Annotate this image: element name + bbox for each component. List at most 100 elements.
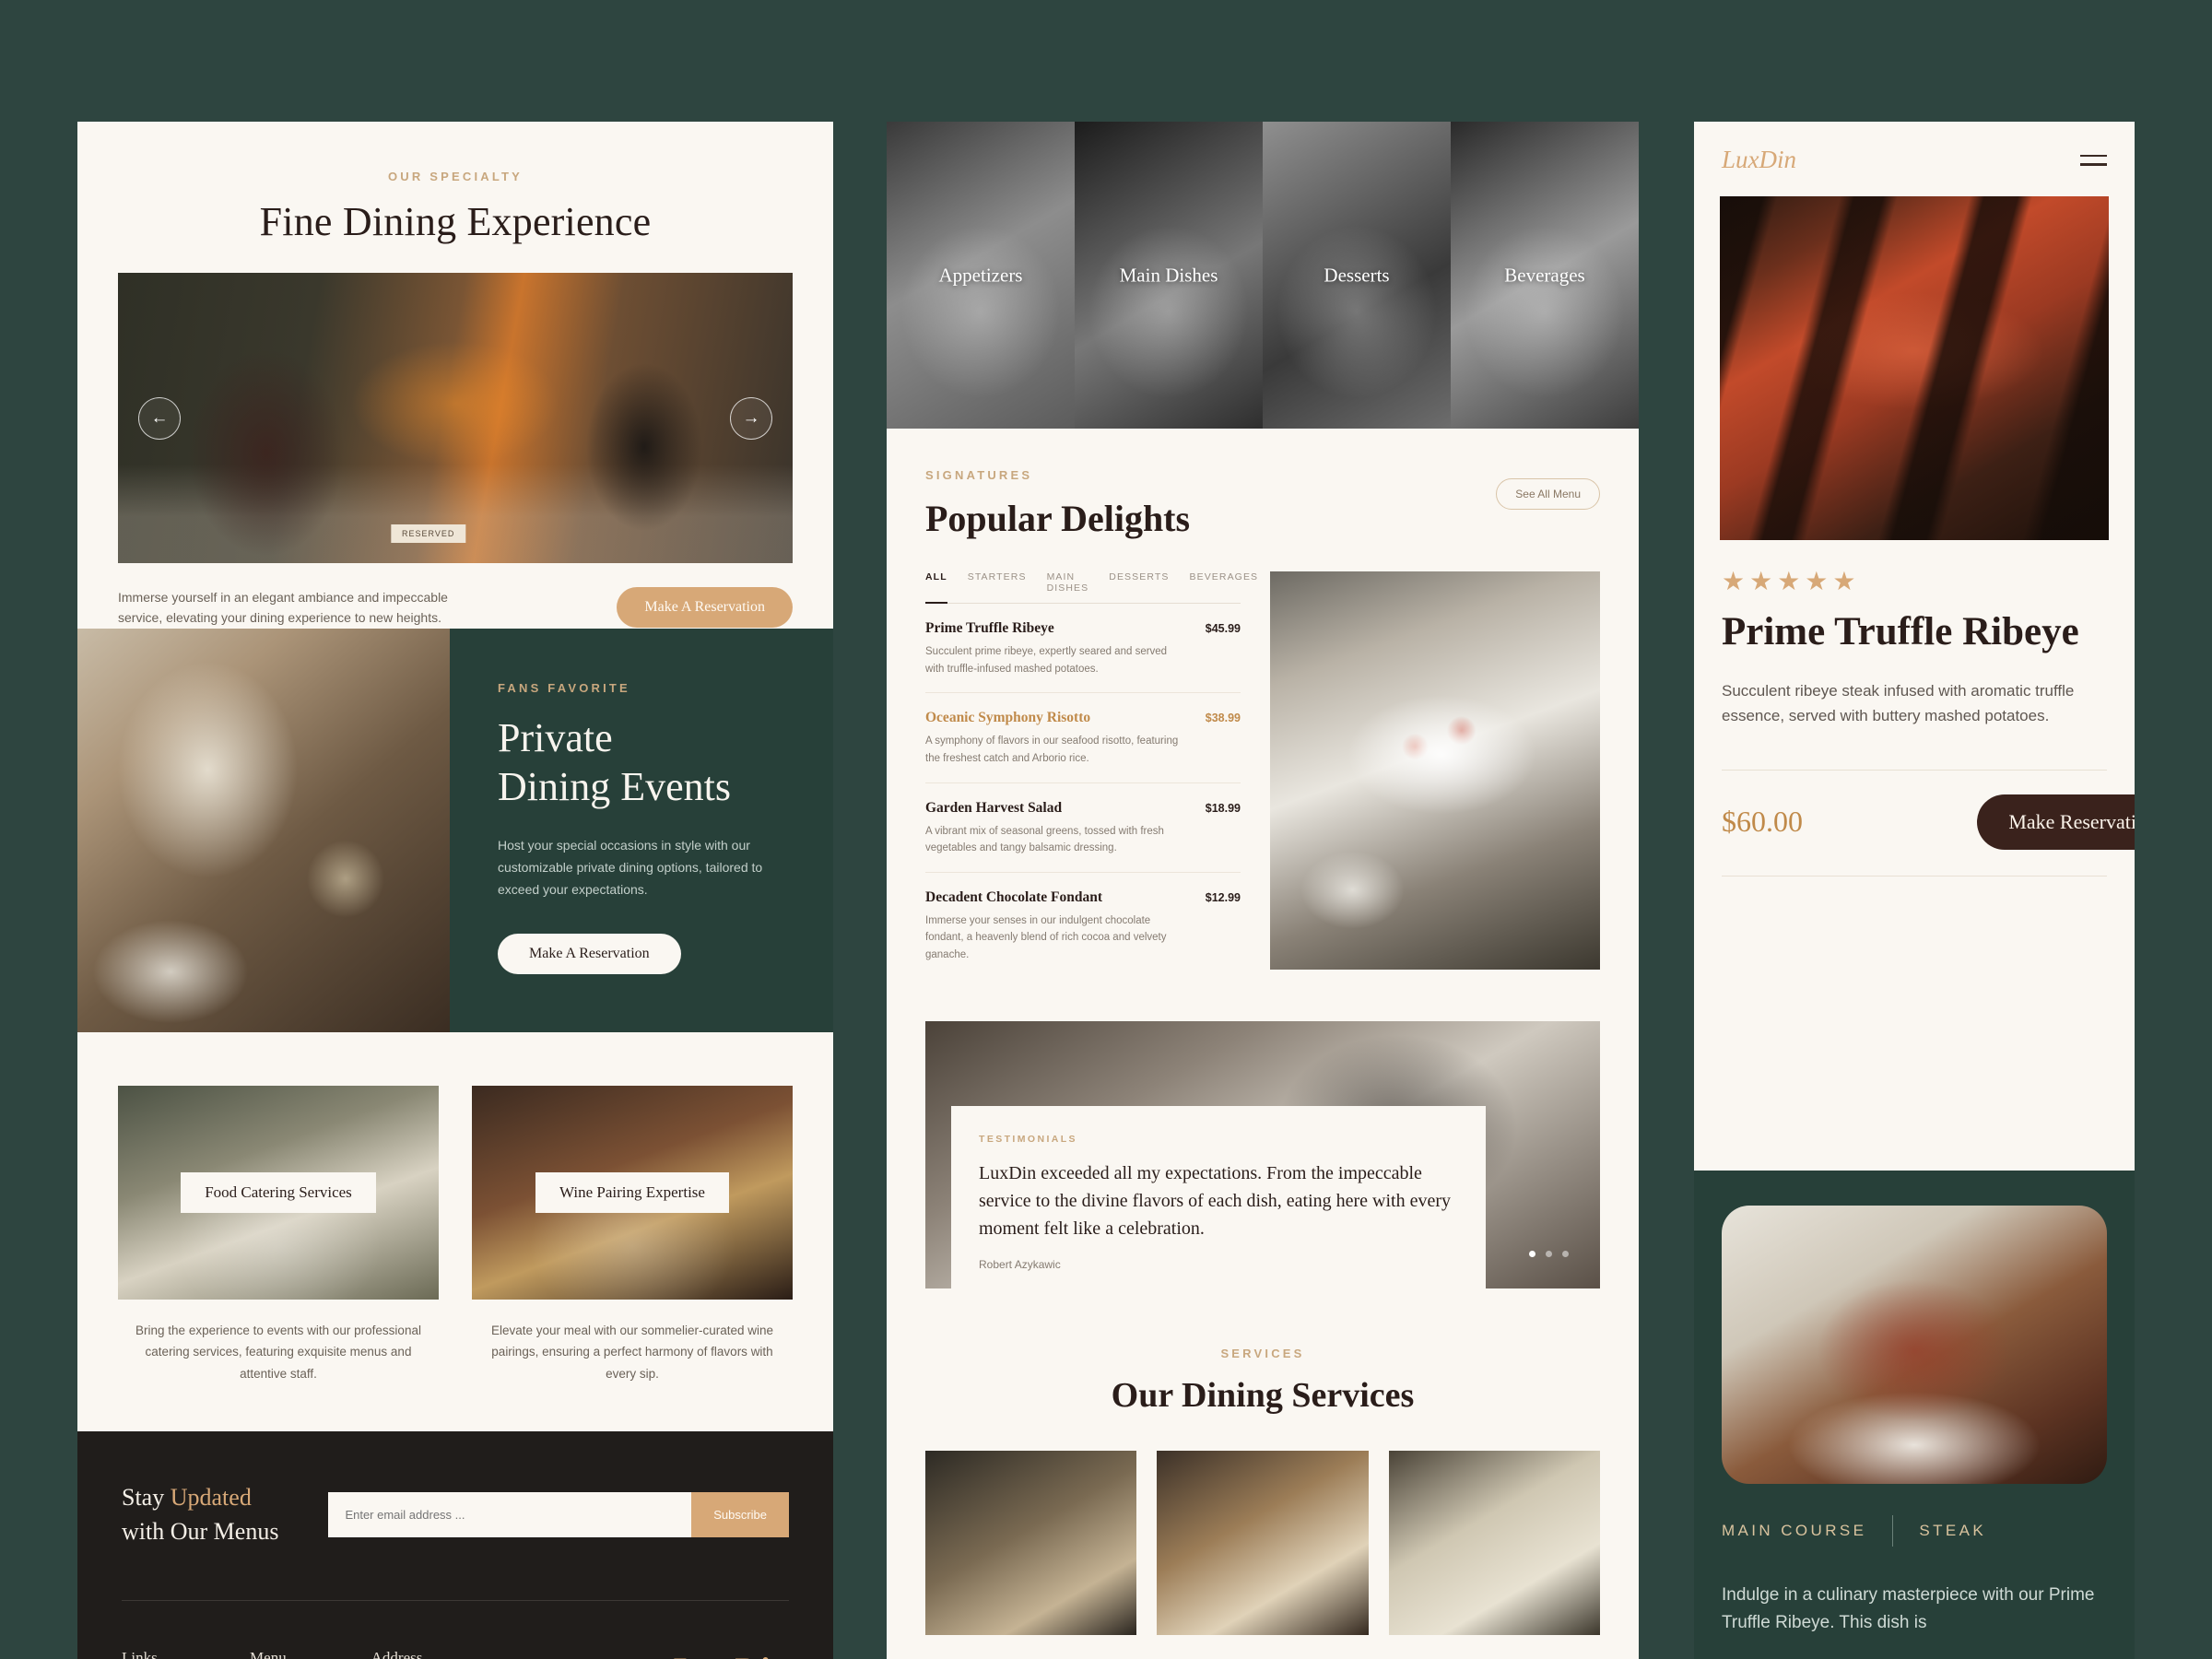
signatures-header: SIGNATURES Popular Delights See All Menu xyxy=(925,467,1600,540)
category-tile-main-dishes[interactable]: Main Dishes xyxy=(1075,122,1263,429)
carousel-next-button[interactable]: → xyxy=(730,396,772,440)
mobile-purchase-row: $60.00 Make Reservation xyxy=(1694,771,2135,850)
mobile-header: LuxDin xyxy=(1694,122,2135,174)
carousel-dot[interactable] xyxy=(1546,1250,1552,1257)
menu-item-name: Decadent Chocolate Fondant xyxy=(925,888,1103,905)
private-dining-title-line1: Private xyxy=(498,714,613,760)
service-image-buffet[interactable] xyxy=(1388,1450,1600,1635)
tab-starters[interactable]: STARTERS xyxy=(968,571,1027,594)
newsletter-title-highlight: Updated xyxy=(170,1483,252,1511)
page-title: Fine Dining Experience xyxy=(259,199,652,244)
site-footer: Stay Updated with Our Menus Subscribe Li… xyxy=(77,1430,833,1659)
private-dining-title-line2: Dining Events xyxy=(498,764,731,810)
menu-row[interactable]: Decadent Chocolate Fondant $12.99 Immers… xyxy=(925,873,1241,979)
testimonial-eyebrow: TESTIMONIALS xyxy=(979,1133,1077,1145)
meta-course: MAIN COURSE xyxy=(1722,1522,1867,1539)
service-image-guest[interactable] xyxy=(1157,1450,1369,1635)
menu-item-description: Succulent prime ribeye, expertly seared … xyxy=(925,646,1168,675)
mobile-reservation-button[interactable]: Make Reservation xyxy=(1977,794,2135,850)
category-label: Beverages xyxy=(1504,264,1585,286)
menu-row[interactable]: Oceanic Symphony Risotto $38.99 A sympho… xyxy=(925,693,1241,783)
wine-chip-label: Wine Pairing Expertise xyxy=(535,1171,729,1213)
category-label: Main Dishes xyxy=(1119,264,1218,286)
see-all-menu-button[interactable]: See All Menu xyxy=(1496,478,1600,510)
private-dining-reservation-button[interactable]: Make A Reservation xyxy=(498,934,681,975)
service-card-wine[interactable]: Wine Pairing Expertise Elevate your meal… xyxy=(472,1085,793,1385)
testimonial-section: TESTIMONIALS LuxDin exceeded all my expe… xyxy=(925,1020,1600,1288)
menu-row-top: Garden Harvest Salad $18.99 xyxy=(925,800,1241,817)
subscribe-button[interactable]: Subscribe xyxy=(691,1492,789,1538)
newsletter-title-b: with Our Menus xyxy=(122,1517,279,1545)
desktop-home-column: OUR SPECIALTY Fine Dining Experience ← →… xyxy=(77,122,833,1659)
wine-description: Elevate your meal with our sommelier-cur… xyxy=(490,1323,774,1382)
rating-stars: ★★★★★ xyxy=(1722,567,1861,595)
footer-columns: Links Menu Address LuxDin xyxy=(122,1649,789,1659)
mobile-steak-image xyxy=(1722,1206,2107,1484)
carousel-dot[interactable] xyxy=(1562,1250,1569,1257)
menu-item-price: $38.99 xyxy=(1205,712,1241,725)
testimonial-quote: LuxDin exceeded all my expectations. Fro… xyxy=(979,1162,1452,1240)
testimonial-card: TESTIMONIALS LuxDin exceeded all my expe… xyxy=(951,1105,1486,1288)
signatures-heading-group: SIGNATURES Popular Delights xyxy=(925,467,1190,540)
carousel-prev-button[interactable]: ← xyxy=(138,396,181,440)
hero-reservation-button[interactable]: Make A Reservation xyxy=(617,587,793,629)
carousel-dot[interactable] xyxy=(1529,1250,1535,1257)
menu-row[interactable]: Garden Harvest Salad $18.99 A vibrant mi… xyxy=(925,783,1241,873)
mobile-logo[interactable]: LuxDin xyxy=(1722,146,1796,174)
testimonial-author: Robert Azykawic xyxy=(979,1257,1061,1271)
email-input[interactable] xyxy=(328,1492,692,1538)
newsletter-title: Stay Updated with Our Menus xyxy=(122,1481,278,1549)
menu-and-image: ALL STARTERS MAIN DISHES DESSERTS BEVERA… xyxy=(925,571,1600,979)
newsletter-title-a: Stay xyxy=(122,1483,171,1511)
category-tile-beverages[interactable]: Beverages xyxy=(1451,122,1639,429)
footer-col-menu[interactable]: Menu xyxy=(250,1649,371,1659)
menu-item-name: Prime Truffle Ribeye xyxy=(925,620,1054,636)
menu-row[interactable]: Prime Truffle Ribeye $45.99 Succulent pr… xyxy=(925,604,1241,694)
tab-main-dishes[interactable]: MAIN DISHES xyxy=(1047,571,1089,594)
service-image-carving[interactable] xyxy=(925,1450,1137,1635)
signatures-section: SIGNATURES Popular Delights See All Menu… xyxy=(887,429,1639,979)
footer-col-address[interactable]: Address xyxy=(371,1649,670,1659)
mobile-price: $60.00 xyxy=(1722,805,1803,839)
hamburger-icon[interactable] xyxy=(2080,154,2107,166)
mobile-product-description: Succulent ribeye steak infused with arom… xyxy=(1722,681,2075,725)
mobile-divider-bottom xyxy=(1722,875,2107,877)
category-strip: Appetizers Main Dishes Desserts Beverage… xyxy=(887,122,1639,429)
hero-footer: Immerse yourself in an elegant ambiance … xyxy=(118,587,793,629)
arrow-right-icon: → xyxy=(742,407,760,428)
mobile-detail-panel: MAIN COURSE STEAK Indulge in a culinary … xyxy=(1694,1171,2135,1659)
private-dining-eyebrow: FANS FAVORITE xyxy=(498,680,630,695)
featured-dish-image xyxy=(1270,571,1600,970)
catering-description: Bring the experience to events with our … xyxy=(135,1323,421,1382)
category-tile-desserts[interactable]: Desserts xyxy=(1263,122,1451,429)
mobile-long-description: Indulge in a culinary masterpiece with o… xyxy=(1722,1585,2095,1633)
category-tile-appetizers[interactable]: Appetizers xyxy=(887,122,1075,429)
menu-item-price: $18.99 xyxy=(1205,801,1241,815)
private-dining-description: Host your special occasions in style wit… xyxy=(498,838,763,898)
meta-type: STEAK xyxy=(1919,1522,1987,1539)
menu-item-description: Immerse your senses in our indulgent cho… xyxy=(925,914,1167,960)
hamburger-bar xyxy=(2080,154,2107,157)
testimonial-dots xyxy=(1529,1250,1569,1257)
footer-col-links[interactable]: Links xyxy=(122,1649,250,1659)
menu-page-column: Appetizers Main Dishes Desserts Beverage… xyxy=(887,122,1639,1659)
hamburger-bar xyxy=(2080,163,2107,166)
private-dining-image xyxy=(77,628,450,1032)
newsletter-block: Stay Updated with Our Menus Subscribe xyxy=(122,1481,789,1549)
hero-carousel-image: ← → RESERVED xyxy=(118,273,793,563)
mobile-product-image xyxy=(1720,196,2109,540)
service-card-catering[interactable]: Food Catering Services Bring the experie… xyxy=(118,1085,439,1385)
hero-description: Immerse yourself in an elegant ambiance … xyxy=(118,590,448,626)
dining-services-gallery xyxy=(887,1416,1639,1635)
private-dining-content: FANS FAVORITE Private Dining Events Host… xyxy=(450,628,833,1032)
private-dining-title: Private Dining Events xyxy=(498,713,785,812)
tab-beverages[interactable]: BEVERAGES xyxy=(1189,571,1258,594)
arrow-left-icon: ← xyxy=(150,407,169,428)
dining-services-header: SERVICES Our Dining Services xyxy=(887,1346,1639,1416)
hero-header: OUR SPECIALTY Fine Dining Experience xyxy=(77,122,833,245)
mobile-detail-column: LuxDin ★★★★★ Prime Truffle Ribeye Succul… xyxy=(1694,122,2135,1659)
tab-desserts[interactable]: DESSERTS xyxy=(1109,571,1169,594)
services-title: Our Dining Services xyxy=(1111,1375,1415,1415)
menu-item-name: Oceanic Symphony Risotto xyxy=(925,710,1091,726)
tab-all[interactable]: ALL xyxy=(925,571,947,604)
